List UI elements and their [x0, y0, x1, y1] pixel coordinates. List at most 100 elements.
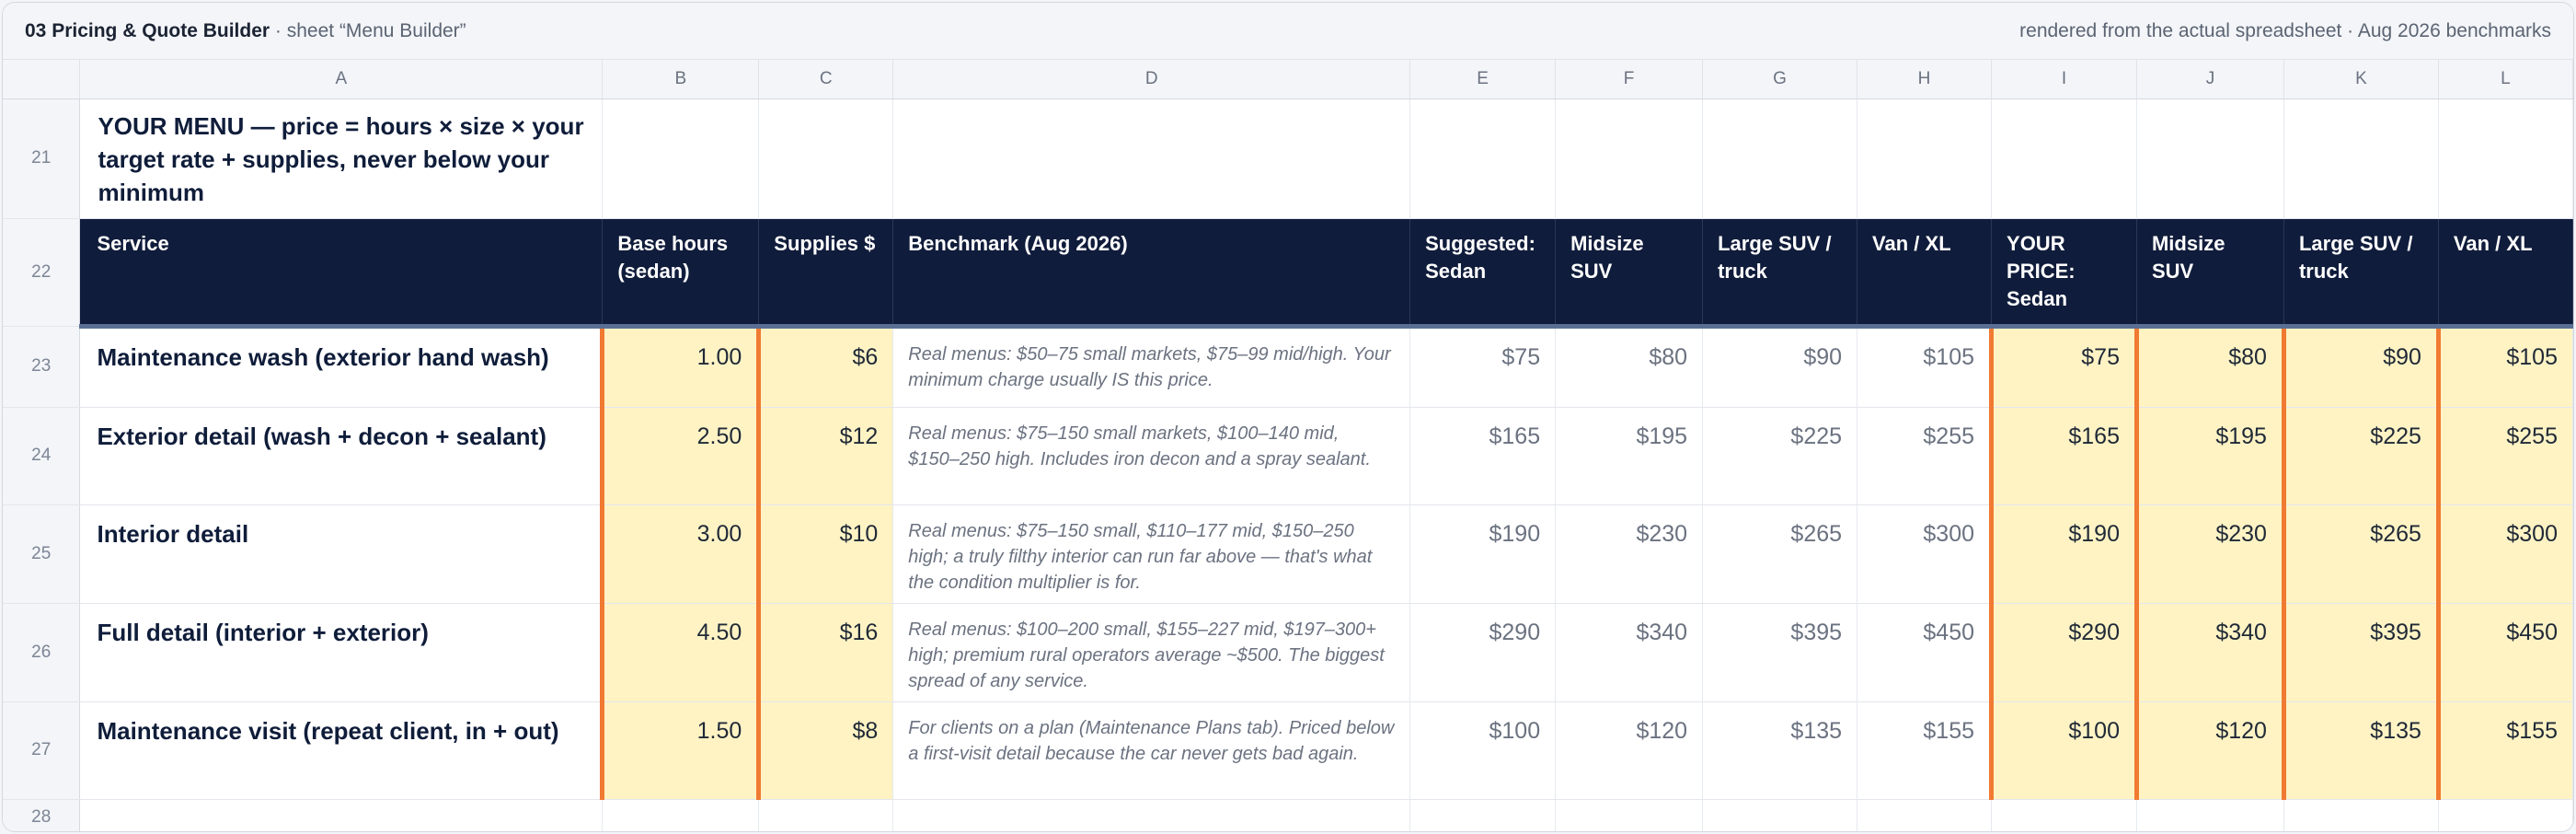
- col-header-e[interactable]: E: [1409, 60, 1557, 99]
- your-price-sedan-input[interactable]: $165: [1989, 407, 2137, 505]
- suggested-van-cell[interactable]: $300: [1857, 504, 1993, 604]
- header-your-sedan[interactable]: YOUR PRICE: Sedan: [1991, 218, 2137, 329]
- supplies-input[interactable]: $10: [756, 504, 894, 604]
- header-suggested-van[interactable]: Van / XL: [1857, 218, 1993, 329]
- col-header-a[interactable]: A: [79, 60, 604, 99]
- your-price-midsize-input[interactable]: $340: [2133, 603, 2284, 702]
- row-number[interactable]: 23: [3, 326, 81, 408]
- your-price-van-input[interactable]: $105: [2435, 326, 2573, 408]
- cell[interactable]: [1702, 799, 1858, 831]
- cell[interactable]: [1409, 98, 1557, 219]
- row-number[interactable]: 21: [3, 98, 81, 219]
- benchmark-cell[interactable]: Real menus: $50–75 small markets, $75–99…: [892, 326, 1411, 408]
- row-number[interactable]: 24: [3, 407, 81, 505]
- cell[interactable]: [2438, 98, 2573, 219]
- benchmark-cell[interactable]: Real menus: $75–150 small markets, $100–…: [892, 407, 1411, 505]
- service-name-cell[interactable]: Maintenance wash (exterior hand wash): [79, 326, 604, 408]
- cell[interactable]: [2136, 799, 2284, 831]
- cell[interactable]: [1555, 799, 1704, 831]
- supplies-input[interactable]: $16: [756, 603, 894, 702]
- benchmark-cell[interactable]: For clients on a plan (Maintenance Plans…: [892, 701, 1411, 800]
- your-price-sedan-input[interactable]: $100: [1989, 701, 2137, 800]
- cell[interactable]: [602, 799, 760, 831]
- col-header-b[interactable]: B: [602, 60, 760, 99]
- header-base-hours[interactable]: Base hours (sedan): [602, 218, 760, 329]
- col-header-g[interactable]: G: [1702, 60, 1858, 99]
- base-hours-input[interactable]: 4.50: [600, 603, 760, 702]
- corner-cell[interactable]: [3, 60, 81, 99]
- col-header-j[interactable]: J: [2136, 60, 2284, 99]
- suggested-sedan-cell[interactable]: $100: [1409, 701, 1557, 800]
- cell[interactable]: [1702, 98, 1858, 219]
- row-number[interactable]: 27: [3, 701, 81, 800]
- your-price-van-input[interactable]: $450: [2435, 603, 2573, 702]
- col-header-h[interactable]: H: [1857, 60, 1993, 99]
- your-price-midsize-input[interactable]: $195: [2133, 407, 2284, 505]
- sheet-grid[interactable]: A B C D E F G H I J K L 21 YOUR MENU — p…: [3, 60, 2573, 831]
- benchmark-cell[interactable]: Real menus: $100–200 small, $155–227 mid…: [892, 603, 1411, 702]
- header-your-van[interactable]: Van / XL: [2438, 218, 2573, 329]
- row-number[interactable]: 22: [3, 218, 81, 327]
- service-name-cell[interactable]: Exterior detail (wash + decon + sealant): [79, 407, 604, 505]
- col-header-k[interactable]: K: [2283, 60, 2439, 99]
- col-header-d[interactable]: D: [892, 60, 1411, 99]
- header-suggested-sedan[interactable]: Suggested: Sedan: [1409, 218, 1557, 329]
- your-price-large-input[interactable]: $90: [2281, 326, 2439, 408]
- suggested-van-cell[interactable]: $450: [1857, 603, 1993, 702]
- suggested-sedan-cell[interactable]: $165: [1409, 407, 1557, 505]
- your-price-large-input[interactable]: $135: [2281, 701, 2439, 800]
- cell[interactable]: [1991, 799, 2137, 831]
- base-hours-input[interactable]: 2.50: [600, 407, 760, 505]
- cell[interactable]: [2438, 799, 2573, 831]
- cell[interactable]: [1857, 98, 1993, 219]
- col-header-l[interactable]: L: [2438, 60, 2573, 99]
- suggested-large-cell[interactable]: $90: [1702, 326, 1858, 408]
- header-supplies[interactable]: Supplies $: [758, 218, 894, 329]
- menu-title-cell[interactable]: YOUR MENU — price = hours × size × your …: [79, 98, 604, 219]
- suggested-van-cell[interactable]: $255: [1857, 407, 1993, 505]
- suggested-van-cell[interactable]: $105: [1857, 326, 1993, 408]
- base-hours-input[interactable]: 1.00: [600, 326, 760, 408]
- cell[interactable]: [2283, 98, 2439, 219]
- suggested-large-cell[interactable]: $395: [1702, 603, 1858, 702]
- cell[interactable]: [602, 98, 760, 219]
- base-hours-input[interactable]: 1.50: [600, 701, 760, 800]
- cell[interactable]: [1991, 98, 2137, 219]
- header-your-large[interactable]: Large SUV / truck: [2283, 218, 2439, 329]
- supplies-input[interactable]: $12: [756, 407, 894, 505]
- your-price-van-input[interactable]: $255: [2435, 407, 2573, 505]
- your-price-large-input[interactable]: $265: [2281, 504, 2439, 604]
- suggested-large-cell[interactable]: $265: [1702, 504, 1858, 604]
- cell[interactable]: [758, 799, 894, 831]
- supplies-input[interactable]: $6: [756, 326, 894, 408]
- header-your-midsize[interactable]: Midsize SUV: [2136, 218, 2284, 329]
- col-header-f[interactable]: F: [1555, 60, 1704, 99]
- suggested-sedan-cell[interactable]: $75: [1409, 326, 1557, 408]
- suggested-large-cell[interactable]: $225: [1702, 407, 1858, 505]
- service-name-cell[interactable]: Maintenance visit (repeat client, in + o…: [79, 701, 604, 800]
- cell[interactable]: [892, 98, 1411, 219]
- suggested-large-cell[interactable]: $135: [1702, 701, 1858, 800]
- header-benchmark[interactable]: Benchmark (Aug 2026): [892, 218, 1411, 329]
- your-price-sedan-input[interactable]: $290: [1989, 603, 2137, 702]
- your-price-midsize-input[interactable]: $120: [2133, 701, 2284, 800]
- your-price-van-input[interactable]: $300: [2435, 504, 2573, 604]
- cell[interactable]: [1555, 98, 1704, 219]
- cell[interactable]: [1857, 799, 1993, 831]
- cell[interactable]: [1409, 799, 1557, 831]
- your-price-sedan-input[interactable]: $190: [1989, 504, 2137, 604]
- suggested-midsize-cell[interactable]: $80: [1555, 326, 1704, 408]
- suggested-sedan-cell[interactable]: $290: [1409, 603, 1557, 702]
- col-header-i[interactable]: I: [1991, 60, 2137, 99]
- row-number[interactable]: 28: [3, 799, 81, 831]
- service-name-cell[interactable]: Full detail (interior + exterior): [79, 603, 604, 702]
- your-price-midsize-input[interactable]: $80: [2133, 326, 2284, 408]
- header-service[interactable]: Service: [79, 218, 604, 329]
- row-number[interactable]: 26: [3, 603, 81, 702]
- base-hours-input[interactable]: 3.00: [600, 504, 760, 604]
- your-price-van-input[interactable]: $155: [2435, 701, 2573, 800]
- suggested-midsize-cell[interactable]: $120: [1555, 701, 1704, 800]
- cell[interactable]: [2136, 98, 2284, 219]
- header-suggested-large[interactable]: Large SUV / truck: [1702, 218, 1858, 329]
- your-price-sedan-input[interactable]: $75: [1989, 326, 2137, 408]
